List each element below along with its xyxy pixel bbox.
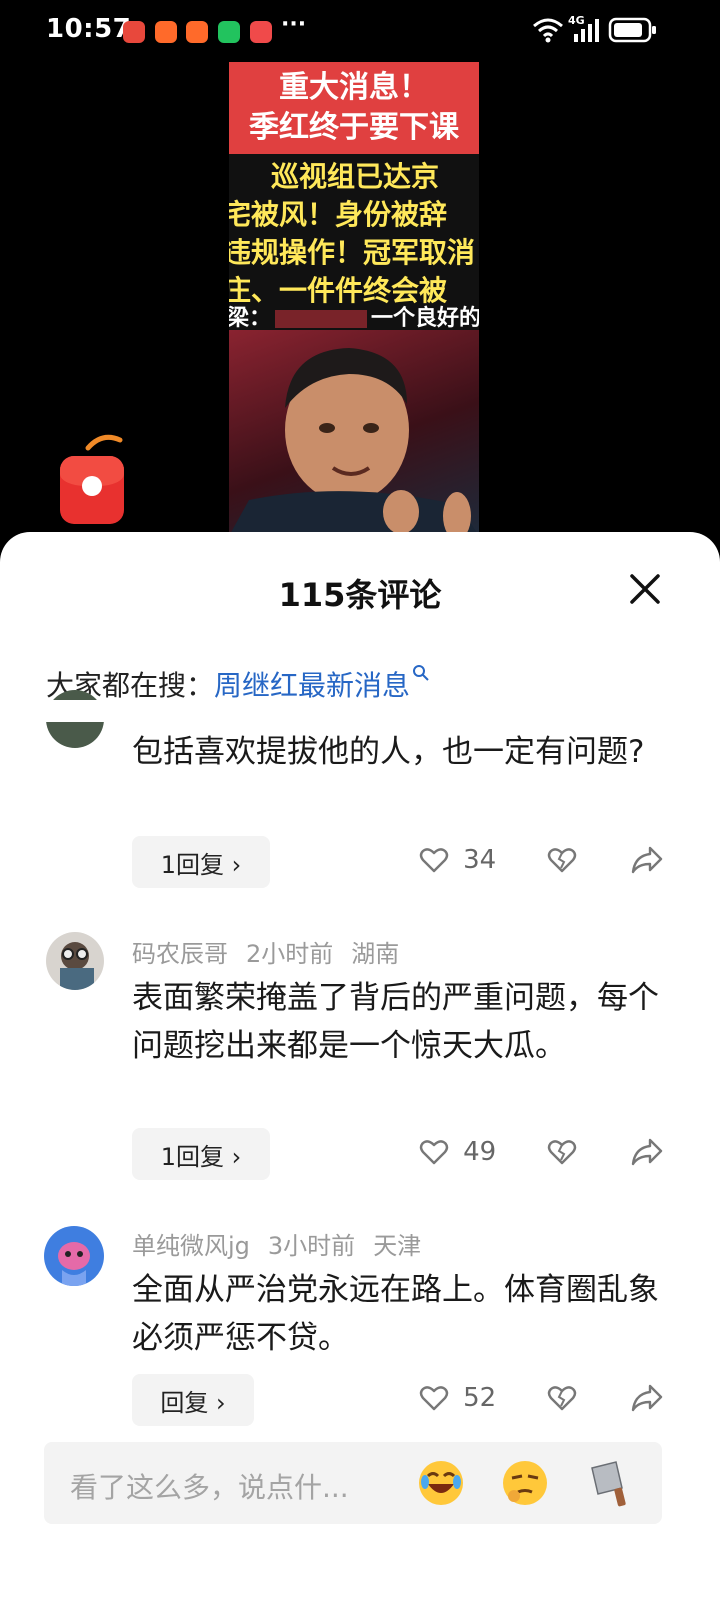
- comment-text: 包括喜欢提拔他的人，也一定有问题?: [132, 734, 645, 770]
- timer-arc-icon: [85, 434, 123, 451]
- app-notification-icon: [123, 21, 145, 43]
- redacted-mark: [275, 310, 368, 328]
- status-bar: 10:57 ··· 4G: [0, 0, 720, 64]
- broken-heart-icon[interactable]: [546, 1382, 578, 1414]
- packet-seal: [82, 476, 102, 496]
- banner-line-1: 重大消息！: [279, 70, 429, 105]
- share-icon[interactable]: [630, 844, 664, 876]
- heart-icon: [419, 1140, 449, 1165]
- like-count: 34: [463, 845, 497, 875]
- share-icon[interactable]: [630, 1382, 664, 1414]
- subtitle-prefix: 梁：: [229, 306, 272, 331]
- caption-line: 宅被风！身份被辞: [229, 198, 448, 231]
- close-icon[interactable]: [628, 572, 662, 606]
- subtitle-suffix: 一个良好的: [371, 306, 479, 331]
- like-count: 52: [463, 1383, 497, 1413]
- comment-text: 全面从严治党永远在路上。体育圈乱象必须严惩不贷。: [132, 1272, 659, 1356]
- username[interactable]: 码农辰哥: [132, 940, 228, 968]
- laughing-emoji-icon[interactable]: [416, 1458, 466, 1508]
- caption-line: 巡视组已达京: [271, 160, 440, 193]
- comment-location: 天津: [373, 1232, 422, 1260]
- share-icon[interactable]: [630, 1136, 664, 1168]
- person-illustration: [229, 348, 479, 536]
- like-button[interactable]: 34: [418, 844, 496, 876]
- trending-search-row: 大家都在搜：周继红最新消息: [46, 664, 430, 704]
- reply-button[interactable]: 回复 ›: [132, 1374, 254, 1426]
- heart-icon: [419, 848, 449, 873]
- status-time: 10:57: [46, 14, 132, 44]
- video-player[interactable]: 重大消息！ 季红终于要下课 巡视组已达京 宅被风！身份被辞 违规操作！冠军取消 …: [229, 62, 479, 536]
- comment-text: 表面繁荣掩盖了背后的严重问题，每个问题挖出来都是一个惊天大瓜。: [132, 980, 659, 1064]
- signal-icon: [574, 19, 599, 42]
- like-button[interactable]: 49: [418, 1136, 496, 1168]
- video-title-banner: 重大消息！ 季红终于要下课: [229, 62, 479, 154]
- avatar[interactable]: [46, 932, 104, 990]
- reply-button[interactable]: 1回复 ›: [132, 836, 270, 888]
- search-icon: [413, 665, 429, 681]
- comment-meta: 码农辰哥 2小时前 湖南: [132, 934, 417, 969]
- comment-count-title: 115条评论: [278, 576, 442, 614]
- comment-time: 2小时前: [246, 940, 334, 968]
- battery-icon: [608, 17, 656, 43]
- heart-icon: [419, 1386, 449, 1411]
- comment-time: 3小时前: [267, 1232, 356, 1260]
- reply-button[interactable]: 1回复 ›: [132, 1128, 270, 1180]
- trending-search-link[interactable]: 周继红最新消息: [214, 669, 410, 702]
- more-notifications-icon: ···: [281, 12, 307, 37]
- caption-line: 违规操作！冠军取消: [229, 236, 476, 269]
- cleaver-icon[interactable]: [586, 1458, 636, 1508]
- broken-heart-icon[interactable]: [546, 844, 578, 876]
- avatar[interactable]: [44, 1226, 104, 1286]
- avatar-illustration: [58, 1242, 90, 1286]
- comment-location: 湖南: [351, 940, 400, 968]
- app-notification-icon: [186, 21, 208, 43]
- username[interactable]: 单纯微风jg: [132, 1232, 250, 1260]
- comment-meta: 单纯微风jg 3小时前 天津: [132, 1226, 439, 1261]
- video-frame-image: [229, 330, 479, 536]
- like-count: 49: [463, 1137, 497, 1167]
- avatar-illustration: [60, 942, 94, 990]
- app-notification-icon: [250, 21, 272, 43]
- banner-line-2: 季红终于要下课: [249, 110, 459, 145]
- broken-heart-icon[interactable]: [546, 1136, 578, 1168]
- wechat-icon: [218, 21, 240, 43]
- like-button[interactable]: 52: [418, 1382, 496, 1414]
- wifi-icon: [533, 18, 563, 43]
- scroll-mask: [0, 700, 720, 722]
- app-notification-icon: [155, 21, 177, 43]
- video-subtitle: 梁： 一个良好的: [229, 300, 479, 331]
- comment-input-placeholder[interactable]: 看了这么多，说点什...: [70, 1466, 349, 1506]
- red-packet-icon[interactable]: [60, 456, 124, 524]
- thinking-emoji-icon[interactable]: [500, 1458, 550, 1508]
